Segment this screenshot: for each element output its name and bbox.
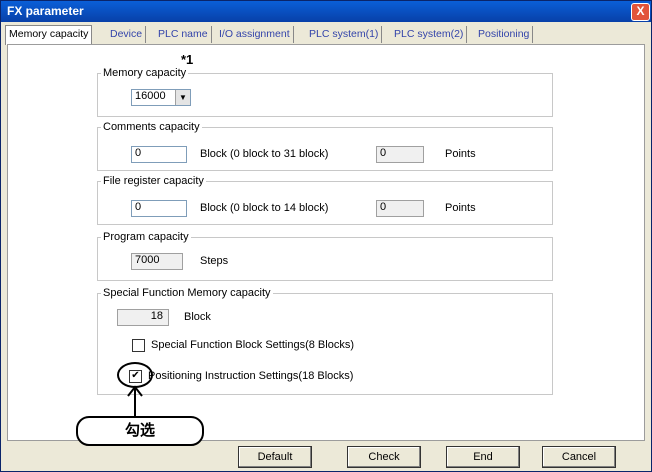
cancel-button[interactable]: Cancel (542, 446, 616, 468)
memory-capacity-legend: Memory capacity (101, 67, 189, 79)
memory-capacity-value: 16000 (135, 90, 166, 102)
special-function-memory-group: Special Function Memory capacity 18 Bloc… (97, 287, 553, 395)
file-register-group: File register capacity 0 Block (0 block … (97, 175, 553, 225)
special-function-legend: Special Function Memory capacity (101, 287, 273, 299)
chevron-down-icon[interactable]: ▼ (175, 90, 190, 105)
file-register-legend: File register capacity (101, 175, 206, 187)
memory-capacity-select[interactable]: 16000 ▼ (131, 89, 191, 106)
tab-plc-system-2[interactable]: PLC system(2) (391, 26, 468, 43)
note-mark: *1 (181, 52, 194, 67)
program-steps-label: Steps (200, 255, 229, 267)
positioning-settings-label: Positioning Instruction Settings(18 Bloc… (148, 370, 354, 382)
file-register-points-field: 0 (376, 200, 424, 217)
comments-capacity-group: Comments capacity 0 Block (0 block to 31… (97, 121, 553, 171)
special-block-settings-label: Special Function Block Settings(8 Blocks… (151, 339, 354, 351)
tab-io-assignment[interactable]: I/O assignment (216, 26, 294, 43)
callout-label: 勾选 (76, 416, 204, 446)
tab-device[interactable]: Device (107, 26, 147, 43)
file-register-points-label: Points (445, 202, 476, 214)
tab-plc-system-1[interactable]: PLC system(1) (306, 26, 383, 43)
tab-positioning[interactable]: Positioning (475, 26, 534, 43)
close-button[interactable]: X (631, 3, 650, 21)
comments-range-label: Block (0 block to 31 block) (200, 148, 329, 160)
check-button[interactable]: Check (347, 446, 421, 468)
special-block-label: Block (184, 311, 211, 323)
special-block-field: 18 (117, 309, 169, 326)
file-register-input[interactable]: 0 (131, 200, 187, 217)
comments-points-label: Points (445, 148, 476, 160)
special-block-settings-checkbox[interactable] (132, 339, 145, 352)
end-button[interactable]: End (446, 446, 520, 468)
window-title: FX parameter (7, 4, 84, 18)
program-capacity-field: 7000 (131, 253, 183, 270)
default-button[interactable]: Default (238, 446, 312, 468)
program-capacity-group: Program capacity 7000 Steps (97, 231, 553, 281)
comments-capacity-legend: Comments capacity (101, 121, 202, 133)
title-bar: FX parameter X (1, 1, 651, 22)
memory-capacity-group: Memory capacity 16000 ▼ (97, 67, 553, 117)
tab-plc-name[interactable]: PLC name (155, 26, 212, 43)
comments-points-field: 0 (376, 146, 424, 163)
tab-memory-capacity[interactable]: Memory capacity (5, 25, 93, 45)
comments-capacity-input[interactable]: 0 (131, 146, 187, 163)
file-register-range-label: Block (0 block to 14 block) (200, 202, 329, 214)
program-capacity-legend: Program capacity (101, 231, 191, 243)
fx-parameter-window: FX parameter X Memory capacity Device PL… (0, 0, 652, 472)
up-arrow-icon (127, 385, 143, 418)
